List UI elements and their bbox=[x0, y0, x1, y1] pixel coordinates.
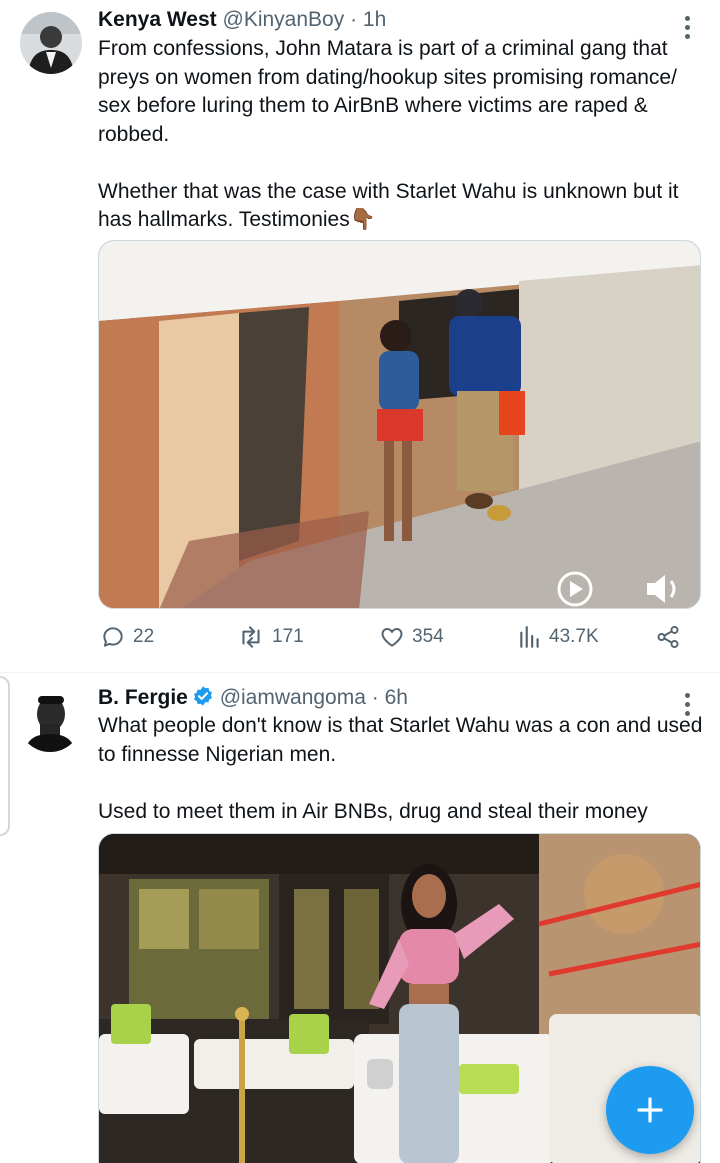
video-thumbnail bbox=[99, 241, 700, 608]
like-button[interactable]: 354 bbox=[379, 624, 444, 650]
reply-count: 22 bbox=[133, 626, 155, 647]
views-icon bbox=[520, 626, 539, 648]
tweet-header: Kenya West @KinyanBoy · 1h bbox=[98, 8, 386, 32]
reply-button[interactable]: 22 bbox=[100, 624, 154, 650]
reply-icon bbox=[103, 627, 123, 647]
tweet-text: What people don't know is that Starlet W… bbox=[98, 712, 710, 826]
plus-icon bbox=[637, 1097, 663, 1123]
tweet-header: B. Fergie @iamwangoma · 6h bbox=[98, 685, 408, 710]
tweet-time[interactable]: 6h bbox=[385, 686, 408, 709]
author-handle[interactable]: @KinyanBoy bbox=[223, 8, 345, 31]
like-count: 354 bbox=[412, 626, 444, 647]
author-name[interactable]: B. Fergie bbox=[98, 686, 188, 709]
tweet-video[interactable] bbox=[98, 240, 701, 609]
author-name[interactable]: Kenya West bbox=[98, 8, 217, 31]
tweet-paragraph: What people don't know is that Starlet W… bbox=[98, 714, 703, 766]
author-handle[interactable]: @iamwangoma bbox=[220, 686, 366, 709]
share-icon bbox=[657, 625, 679, 649]
compose-tweet-button[interactable] bbox=[606, 1066, 694, 1154]
like-icon bbox=[381, 628, 403, 647]
tweet-1[interactable]: Kenya West @KinyanBoy · 1h From confessi… bbox=[0, 0, 720, 672]
retweet-count: 171 bbox=[272, 626, 304, 647]
tweet-paragraph: Whether that was the case with Starlet W… bbox=[98, 179, 679, 232]
header-separator: · bbox=[350, 8, 358, 31]
views-button[interactable]: 43.7K bbox=[518, 624, 599, 650]
author-avatar[interactable] bbox=[18, 688, 82, 752]
verified-badge-icon bbox=[193, 686, 212, 706]
tweet-text: From confessions, John Matara is part of… bbox=[98, 35, 710, 235]
tweet-time[interactable]: 1h bbox=[363, 8, 386, 31]
retweet-button[interactable]: 171 bbox=[237, 624, 304, 650]
views-count: 43.7K bbox=[549, 626, 599, 647]
tweet-actions: 22 171 354 43.7K bbox=[100, 624, 690, 658]
tweet-paragraph: Used to meet them in Air BNBs, drug and … bbox=[98, 799, 648, 823]
share-button[interactable] bbox=[655, 624, 681, 650]
header-separator: · bbox=[371, 686, 379, 709]
author-avatar[interactable] bbox=[20, 12, 82, 74]
tweet-paragraph: From confessions, John Matara is part of… bbox=[98, 37, 677, 146]
retweet-icon bbox=[242, 626, 260, 648]
